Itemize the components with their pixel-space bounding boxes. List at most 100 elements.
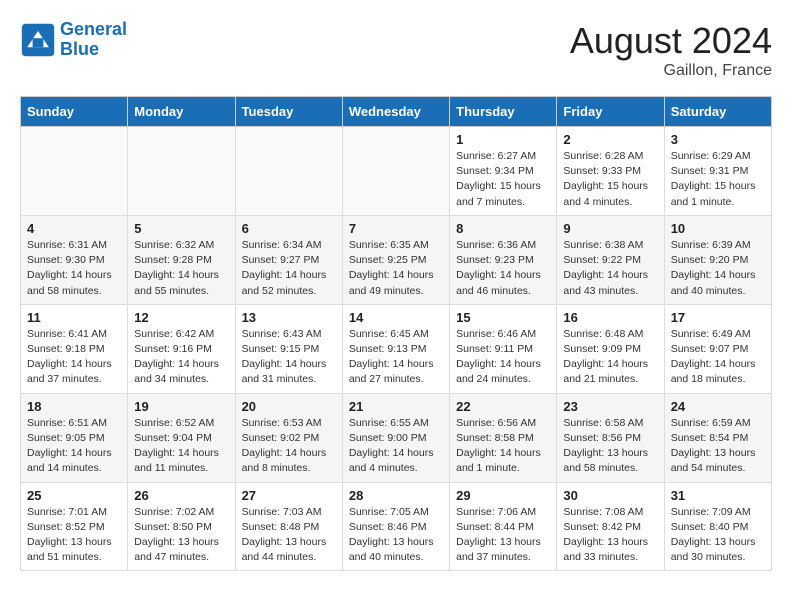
day-info: Sunrise: 6:39 AM Sunset: 9:20 PM Dayligh… [671, 238, 765, 299]
day-info: Sunrise: 6:34 AM Sunset: 9:27 PM Dayligh… [242, 238, 336, 299]
calendar-cell: 29Sunrise: 7:06 AM Sunset: 8:44 PM Dayli… [450, 482, 557, 571]
calendar-cell: 10 Sunrise: 6:39 AM Sunset: 9:20 PM Dayli… [664, 215, 771, 304]
calendar-cell: 4 Sunrise: 6:31 AM Sunset: 9:30 PM Daylig… [21, 215, 128, 304]
calendar-cell: 24 Sunrise: 6:59 AM Sunset: 8:54 PM Dayli… [664, 393, 771, 482]
day-info: Sunrise: 6:59 AM Sunset: 8:54 PM Dayligh… [671, 416, 765, 477]
day-number: 21 [349, 399, 443, 414]
day-info: Sunrise: 6:38 AM Sunset: 9:22 PM Dayligh… [563, 238, 657, 299]
day-number: 8 [456, 221, 550, 236]
day-number: 5 [134, 221, 228, 236]
day-number: 23 [563, 399, 657, 414]
calendar-cell [235, 127, 342, 216]
day-info: Sunrise: 6:35 AM Sunset: 9:25 PM Dayligh… [349, 238, 443, 299]
day-number: 20 [242, 399, 336, 414]
day-info: Sunrise: 6:46 AM Sunset: 9:11 PM Dayligh… [456, 327, 550, 388]
day-number: 18 [27, 399, 121, 414]
day-info: Sunrise: 6:27 AM Sunset: 9:34 PM Dayligh… [456, 149, 550, 210]
day-info: Sunrise: 7:02 AM Sunset: 8:50 PM Dayligh… [134, 505, 228, 566]
calendar-cell [128, 127, 235, 216]
calendar-title: August 2024 [570, 20, 772, 62]
day-number: 26 [134, 488, 228, 503]
day-number: 22 [456, 399, 550, 414]
calendar-cell: 1 Sunrise: 6:27 AM Sunset: 9:34 PM Daylig… [450, 127, 557, 216]
calendar-cell: 11Sunrise: 6:41 AM Sunset: 9:18 PM Dayli… [21, 304, 128, 393]
day-info: Sunrise: 6:53 AM Sunset: 9:02 PM Dayligh… [242, 416, 336, 477]
day-number: 4 [27, 221, 121, 236]
day-number: 17 [671, 310, 765, 325]
calendar-cell: 31 Sunrise: 7:09 AM Sunset: 8:40 PM Dayli… [664, 482, 771, 571]
day-number: 30 [563, 488, 657, 503]
day-info: Sunrise: 6:56 AM Sunset: 8:58 PM Dayligh… [456, 416, 550, 477]
calendar-cell: 22 Sunrise: 6:56 AM Sunset: 8:58 PM Dayli… [450, 393, 557, 482]
title-block: August 2024 Gaillon, France [570, 20, 772, 80]
calendar-cell: 13 Sunrise: 6:43 AM Sunset: 9:15 PM Dayli… [235, 304, 342, 393]
calendar-week-row: 4 Sunrise: 6:31 AM Sunset: 9:30 PM Daylig… [21, 215, 772, 304]
col-header-saturday: Saturday [664, 97, 771, 127]
logo: General Blue [20, 20, 127, 60]
day-number: 7 [349, 221, 443, 236]
day-info: Sunrise: 6:32 AM Sunset: 9:28 PM Dayligh… [134, 238, 228, 299]
calendar-cell: 21 Sunrise: 6:55 AM Sunset: 9:00 PM Dayli… [342, 393, 449, 482]
logo-line2: Blue [60, 39, 99, 59]
calendar-cell: 7 Sunrise: 6:35 AM Sunset: 9:25 PM Daylig… [342, 215, 449, 304]
calendar-subtitle: Gaillon, France [570, 62, 772, 80]
calendar-table: SundayMondayTuesdayWednesdayThursdayFrid… [20, 96, 772, 571]
day-info: Sunrise: 7:05 AM Sunset: 8:46 PM Dayligh… [349, 505, 443, 566]
day-number: 14 [349, 310, 443, 325]
calendar-cell [342, 127, 449, 216]
day-number: 1 [456, 132, 550, 147]
day-number: 10 [671, 221, 765, 236]
calendar-cell: 16 Sunrise: 6:48 AM Sunset: 9:09 PM Dayli… [557, 304, 664, 393]
calendar-cell: 3 Sunrise: 6:29 AM Sunset: 9:31 PM Daylig… [664, 127, 771, 216]
calendar-cell: 26 Sunrise: 7:02 AM Sunset: 8:50 PM Dayli… [128, 482, 235, 571]
day-number: 31 [671, 488, 765, 503]
day-info: Sunrise: 6:52 AM Sunset: 9:04 PM Dayligh… [134, 416, 228, 477]
logo-text: General Blue [60, 20, 127, 60]
day-info: Sunrise: 6:51 AM Sunset: 9:05 PM Dayligh… [27, 416, 121, 477]
day-number: 24 [671, 399, 765, 414]
day-info: Sunrise: 6:48 AM Sunset: 9:09 PM Dayligh… [563, 327, 657, 388]
day-info: Sunrise: 6:31 AM Sunset: 9:30 PM Dayligh… [27, 238, 121, 299]
calendar-cell: 17Sunrise: 6:49 AM Sunset: 9:07 PM Dayli… [664, 304, 771, 393]
calendar-cell: 12Sunrise: 6:42 AM Sunset: 9:16 PM Dayli… [128, 304, 235, 393]
calendar-cell: 19 Sunrise: 6:52 AM Sunset: 9:04 PM Dayli… [128, 393, 235, 482]
col-header-wednesday: Wednesday [342, 97, 449, 127]
calendar-cell [21, 127, 128, 216]
calendar-cell: 18 Sunrise: 6:51 AM Sunset: 9:05 PM Dayli… [21, 393, 128, 482]
calendar-cell: 28 Sunrise: 7:05 AM Sunset: 8:46 PM Dayli… [342, 482, 449, 571]
day-info: Sunrise: 7:08 AM Sunset: 8:42 PM Dayligh… [563, 505, 657, 566]
day-number: 6 [242, 221, 336, 236]
col-header-thursday: Thursday [450, 97, 557, 127]
day-info: Sunrise: 6:29 AM Sunset: 9:31 PM Dayligh… [671, 149, 765, 210]
logo-line1: General [60, 19, 127, 39]
day-number: 12 [134, 310, 228, 325]
day-info: Sunrise: 6:43 AM Sunset: 9:15 PM Dayligh… [242, 327, 336, 388]
col-header-friday: Friday [557, 97, 664, 127]
calendar-cell: 6 Sunrise: 6:34 AM Sunset: 9:27 PM Daylig… [235, 215, 342, 304]
day-number: 13 [242, 310, 336, 325]
day-info: Sunrise: 6:55 AM Sunset: 9:00 PM Dayligh… [349, 416, 443, 477]
day-info: Sunrise: 7:01 AM Sunset: 8:52 PM Dayligh… [27, 505, 121, 566]
day-number: 16 [563, 310, 657, 325]
day-number: 25 [27, 488, 121, 503]
calendar-cell: 30 Sunrise: 7:08 AM Sunset: 8:42 PM Dayli… [557, 482, 664, 571]
day-number: 2 [563, 132, 657, 147]
day-number: 29 [456, 488, 550, 503]
day-number: 9 [563, 221, 657, 236]
calendar-cell: 25 Sunrise: 7:01 AM Sunset: 8:52 PM Dayli… [21, 482, 128, 571]
calendar-header-row: SundayMondayTuesdayWednesdayThursdayFrid… [21, 97, 772, 127]
day-info: Sunrise: 6:45 AM Sunset: 9:13 PM Dayligh… [349, 327, 443, 388]
page-header: General Blue August 2024 Gaillon, France [20, 20, 772, 80]
calendar-cell: 9 Sunrise: 6:38 AM Sunset: 9:22 PM Daylig… [557, 215, 664, 304]
day-number: 11 [27, 310, 121, 325]
day-number: 3 [671, 132, 765, 147]
calendar-week-row: 1 Sunrise: 6:27 AM Sunset: 9:34 PM Daylig… [21, 127, 772, 216]
day-number: 19 [134, 399, 228, 414]
col-header-sunday: Sunday [21, 97, 128, 127]
calendar-week-row: 11Sunrise: 6:41 AM Sunset: 9:18 PM Dayli… [21, 304, 772, 393]
calendar-cell: 23Sunrise: 6:58 AM Sunset: 8:56 PM Dayli… [557, 393, 664, 482]
calendar-cell: 2Sunrise: 6:28 AM Sunset: 9:33 PM Daylig… [557, 127, 664, 216]
day-number: 28 [349, 488, 443, 503]
col-header-monday: Monday [128, 97, 235, 127]
day-info: Sunrise: 7:09 AM Sunset: 8:40 PM Dayligh… [671, 505, 765, 566]
